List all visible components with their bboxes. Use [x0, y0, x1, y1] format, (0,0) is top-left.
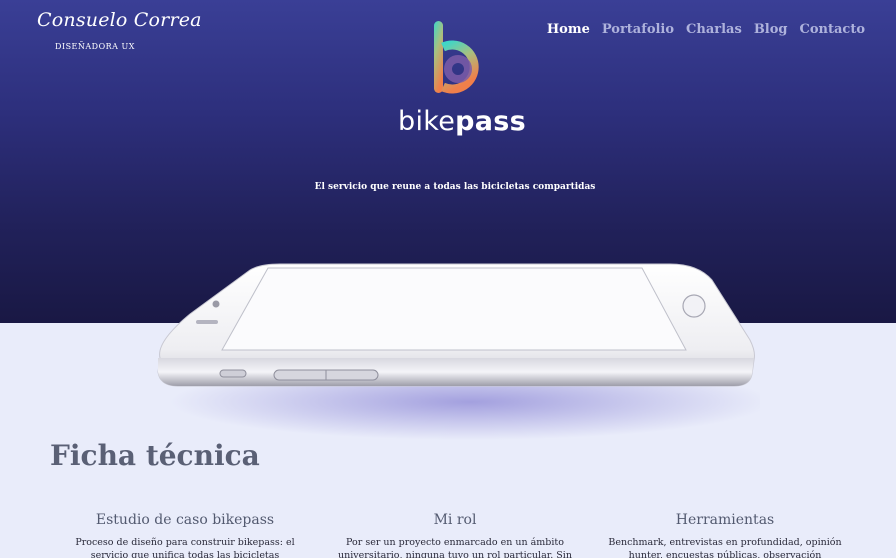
ficha-title: Ficha técnica	[50, 439, 260, 472]
phone-mockup-image	[157, 263, 760, 440]
nav-item-contacto[interactable]: Contacto	[800, 22, 866, 37]
nav-item-blog[interactable]: Blog	[754, 22, 788, 37]
column-heading: Mi rol	[433, 512, 477, 528]
column-heading: Herramientas	[675, 512, 775, 528]
nav-item-charlas[interactable]: Charlas	[686, 22, 742, 37]
wordmark-light: bike	[398, 106, 456, 137]
nav-item-portafolio[interactable]: Portafolio	[602, 22, 674, 37]
brand-role: DISEÑADORA UX	[55, 42, 135, 51]
nav-item-home[interactable]: Home	[547, 22, 590, 37]
ficha-column-tools: Herramientas Benchmark, entrevistas en p…	[600, 512, 850, 558]
brand-signature[interactable]: Consuelo Correa	[37, 9, 202, 31]
column-text: Proceso de diseño para construir bikepas…	[75, 537, 295, 558]
bikepass-wordmark: bikepass	[398, 106, 526, 137]
bikepass-b-logo-icon	[434, 21, 479, 94]
column-text: Benchmark, entrevistas en profundidad, o…	[608, 537, 842, 558]
hero-tagline: El servicio que reune a todas las bicicl…	[314, 182, 596, 192]
column-text: Por ser un proyecto enmarcado en un ámbi…	[338, 537, 572, 558]
wordmark-bold: pass	[455, 106, 527, 137]
main-nav: Home Portafolio Charlas Blog Contacto	[547, 22, 865, 37]
ficha-column-case-study: Estudio de caso bikepass Proceso de dise…	[60, 512, 310, 558]
column-heading: Estudio de caso bikepass	[95, 512, 275, 528]
ficha-column-role: Mi rol Por ser un proyecto enmarcado en …	[330, 512, 580, 558]
